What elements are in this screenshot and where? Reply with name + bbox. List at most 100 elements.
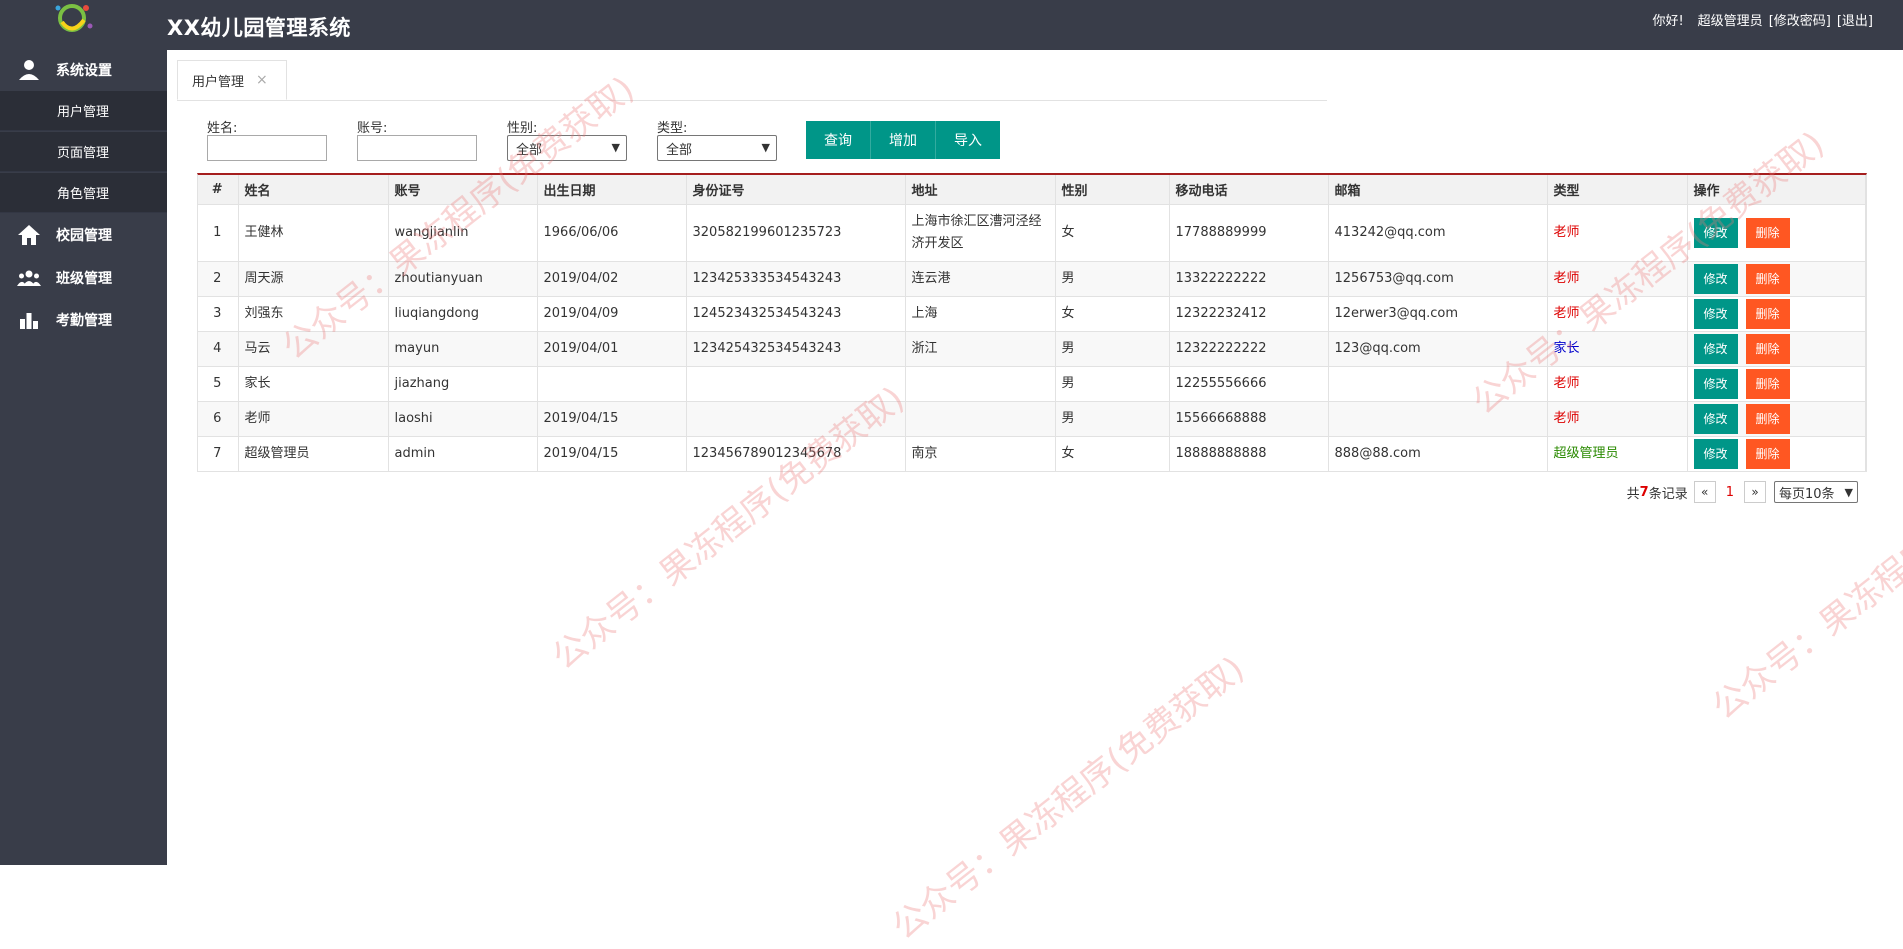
delete-button[interactable]: 删除 xyxy=(1745,368,1790,399)
row-birth: 1966/06/06 xyxy=(537,204,687,262)
row-address: 上海 xyxy=(905,296,1056,332)
sidebar-group-campus[interactable]: 校园管理 xyxy=(0,215,167,255)
home-icon xyxy=(14,223,44,247)
row-email: 1256753@qq.com xyxy=(1328,261,1548,297)
col-header-birth: 出生日期 xyxy=(537,175,687,205)
row-name: 刘强东 xyxy=(238,296,389,332)
action-button-group: 查询 增加 导入 xyxy=(806,121,1000,159)
row-actions: 修改 删除 xyxy=(1687,401,1866,437)
sidebar-group-system-settings[interactable]: 系统设置 xyxy=(0,50,167,90)
delete-button[interactable]: 删除 xyxy=(1745,403,1790,434)
row-address: 南京 xyxy=(905,436,1056,472)
edit-button[interactable]: 修改 xyxy=(1693,368,1738,399)
page-size-value: 每页10条 xyxy=(1779,486,1835,502)
col-header-email: 邮箱 xyxy=(1328,175,1548,205)
pager-total-count: 7 xyxy=(1639,484,1649,500)
close-icon[interactable]: × xyxy=(256,72,268,88)
gender-filter-label: 性别: xyxy=(507,121,538,136)
col-header-gender: 性别 xyxy=(1055,175,1170,205)
sidebar-item-user-management[interactable]: 用户管理 xyxy=(0,91,167,131)
row-index: 7 xyxy=(198,436,239,472)
tab-bar: 用户管理 × xyxy=(177,60,1327,101)
edit-button[interactable]: 修改 xyxy=(1693,403,1738,434)
current-page[interactable]: 1 xyxy=(1726,485,1734,500)
row-phone: 12322222222 xyxy=(1169,331,1329,367)
row-type: 老师 xyxy=(1547,366,1688,402)
delete-button[interactable]: 删除 xyxy=(1745,298,1790,329)
col-header-account: 账号 xyxy=(388,175,538,205)
change-password-link[interactable]: [修改密码] xyxy=(1769,10,1831,29)
row-birth: 2019/04/09 xyxy=(537,296,687,332)
row-actions: 修改 删除 xyxy=(1687,366,1866,402)
sidebar-item-page-management[interactable]: 页面管理 xyxy=(0,132,167,172)
sidebar-item-label: 角色管理 xyxy=(57,187,110,202)
import-button[interactable]: 导入 xyxy=(936,121,1000,159)
row-gender: 女 xyxy=(1055,436,1170,472)
row-type: 超级管理员 xyxy=(1547,436,1688,472)
row-birth xyxy=(537,366,687,402)
page-size-select[interactable]: 每页10条 ▼ xyxy=(1774,481,1858,503)
row-id-number: 123456789012345678 xyxy=(686,436,906,472)
next-page-button[interactable]: » xyxy=(1744,481,1766,503)
sidebar-group-attendance[interactable]: 考勤管理 xyxy=(0,300,167,340)
account-filter-input[interactable] xyxy=(357,135,477,161)
delete-button[interactable]: 删除 xyxy=(1745,438,1790,469)
sidebar-item-label: 页面管理 xyxy=(57,146,110,161)
row-phone: 15566668888 xyxy=(1169,401,1329,437)
row-birth: 2019/04/02 xyxy=(537,261,687,297)
type-filter-select[interactable]: 全部 ▼ xyxy=(657,135,777,161)
row-name: 家长 xyxy=(238,366,389,402)
col-header-phone: 移动电话 xyxy=(1169,175,1329,205)
prev-page-button[interactable]: « xyxy=(1693,481,1716,503)
delete-button[interactable]: 删除 xyxy=(1745,217,1790,248)
row-id-number xyxy=(686,366,906,402)
edit-button[interactable]: 修改 xyxy=(1693,438,1738,469)
row-actions: 修改 删除 xyxy=(1687,436,1866,472)
row-id-number: 320582199601235723 xyxy=(686,204,906,262)
col-header-address: 地址 xyxy=(905,175,1056,205)
edit-button[interactable]: 修改 xyxy=(1693,333,1738,364)
col-header-index: # xyxy=(198,175,239,205)
row-gender: 女 xyxy=(1055,204,1170,262)
account-filter-label: 账号: xyxy=(357,121,388,136)
pager-total-suffix: 条记录 xyxy=(1648,486,1688,502)
pager-total-prefix: 共 xyxy=(1626,486,1640,502)
row-phone: 18888888888 xyxy=(1169,436,1329,472)
delete-button[interactable]: 删除 xyxy=(1745,263,1790,294)
row-phone: 13322222222 xyxy=(1169,261,1329,297)
table-row: 7 超级管理员 admin 2019/04/15 123456789012345678 南… xyxy=(198,436,1866,472)
sidebar-group-label: 系统设置 xyxy=(56,63,112,79)
sidebar-item-role-management[interactable]: 角色管理 xyxy=(0,173,167,213)
add-button[interactable]: 增加 xyxy=(871,121,936,159)
current-user: 超级管理员 xyxy=(1697,14,1763,29)
chevron-down-icon: ▼ xyxy=(1844,485,1853,499)
row-birth: 2019/04/01 xyxy=(537,331,687,367)
logout-link[interactable]: [退出] xyxy=(1837,10,1873,29)
sidebar-group-class[interactable]: 班级管理 xyxy=(0,258,167,298)
group-icon xyxy=(14,266,44,290)
logo-icon xyxy=(55,4,93,32)
gender-filter-select[interactable]: 全部 ▼ xyxy=(507,135,627,161)
edit-button[interactable]: 修改 xyxy=(1693,263,1738,294)
row-phone: 17788889999 xyxy=(1169,204,1329,262)
row-type: 老师 xyxy=(1547,296,1688,332)
name-filter-label: 姓名: xyxy=(207,121,238,136)
user-table: # 姓名 账号 出生日期 身份证号 地址 性别 移动电话 邮箱 类型 操作 1王… xyxy=(197,173,1867,472)
row-id-number: 123425432534543243 xyxy=(686,331,906,367)
edit-button[interactable]: 修改 xyxy=(1693,217,1738,248)
edit-button[interactable]: 修改 xyxy=(1693,298,1738,329)
table-row: 5 家长 jiazhang 男 12255556666 老师 修改 删除 xyxy=(198,366,1866,402)
name-filter-input[interactable] xyxy=(207,135,327,161)
type-filter-value: 全部 xyxy=(666,142,693,158)
col-header-id: 身份证号 xyxy=(686,175,906,205)
search-button[interactable]: 查询 xyxy=(806,121,871,159)
top-header: XX幼儿园管理系统 你好! 超级管理员 [修改密码] [退出] xyxy=(167,0,1903,50)
row-index: 1 xyxy=(198,204,239,262)
table-row: 1 王健林 wangjianlin 1966/06/06 320582199601235… xyxy=(198,204,1866,262)
row-account: mayun xyxy=(388,331,538,367)
delete-button[interactable]: 删除 xyxy=(1745,333,1790,364)
row-address xyxy=(905,401,1056,437)
chevron-down-icon: ▼ xyxy=(611,141,620,154)
row-name: 周天源 xyxy=(238,261,389,297)
tab-user-management[interactable]: 用户管理 × xyxy=(177,60,287,100)
